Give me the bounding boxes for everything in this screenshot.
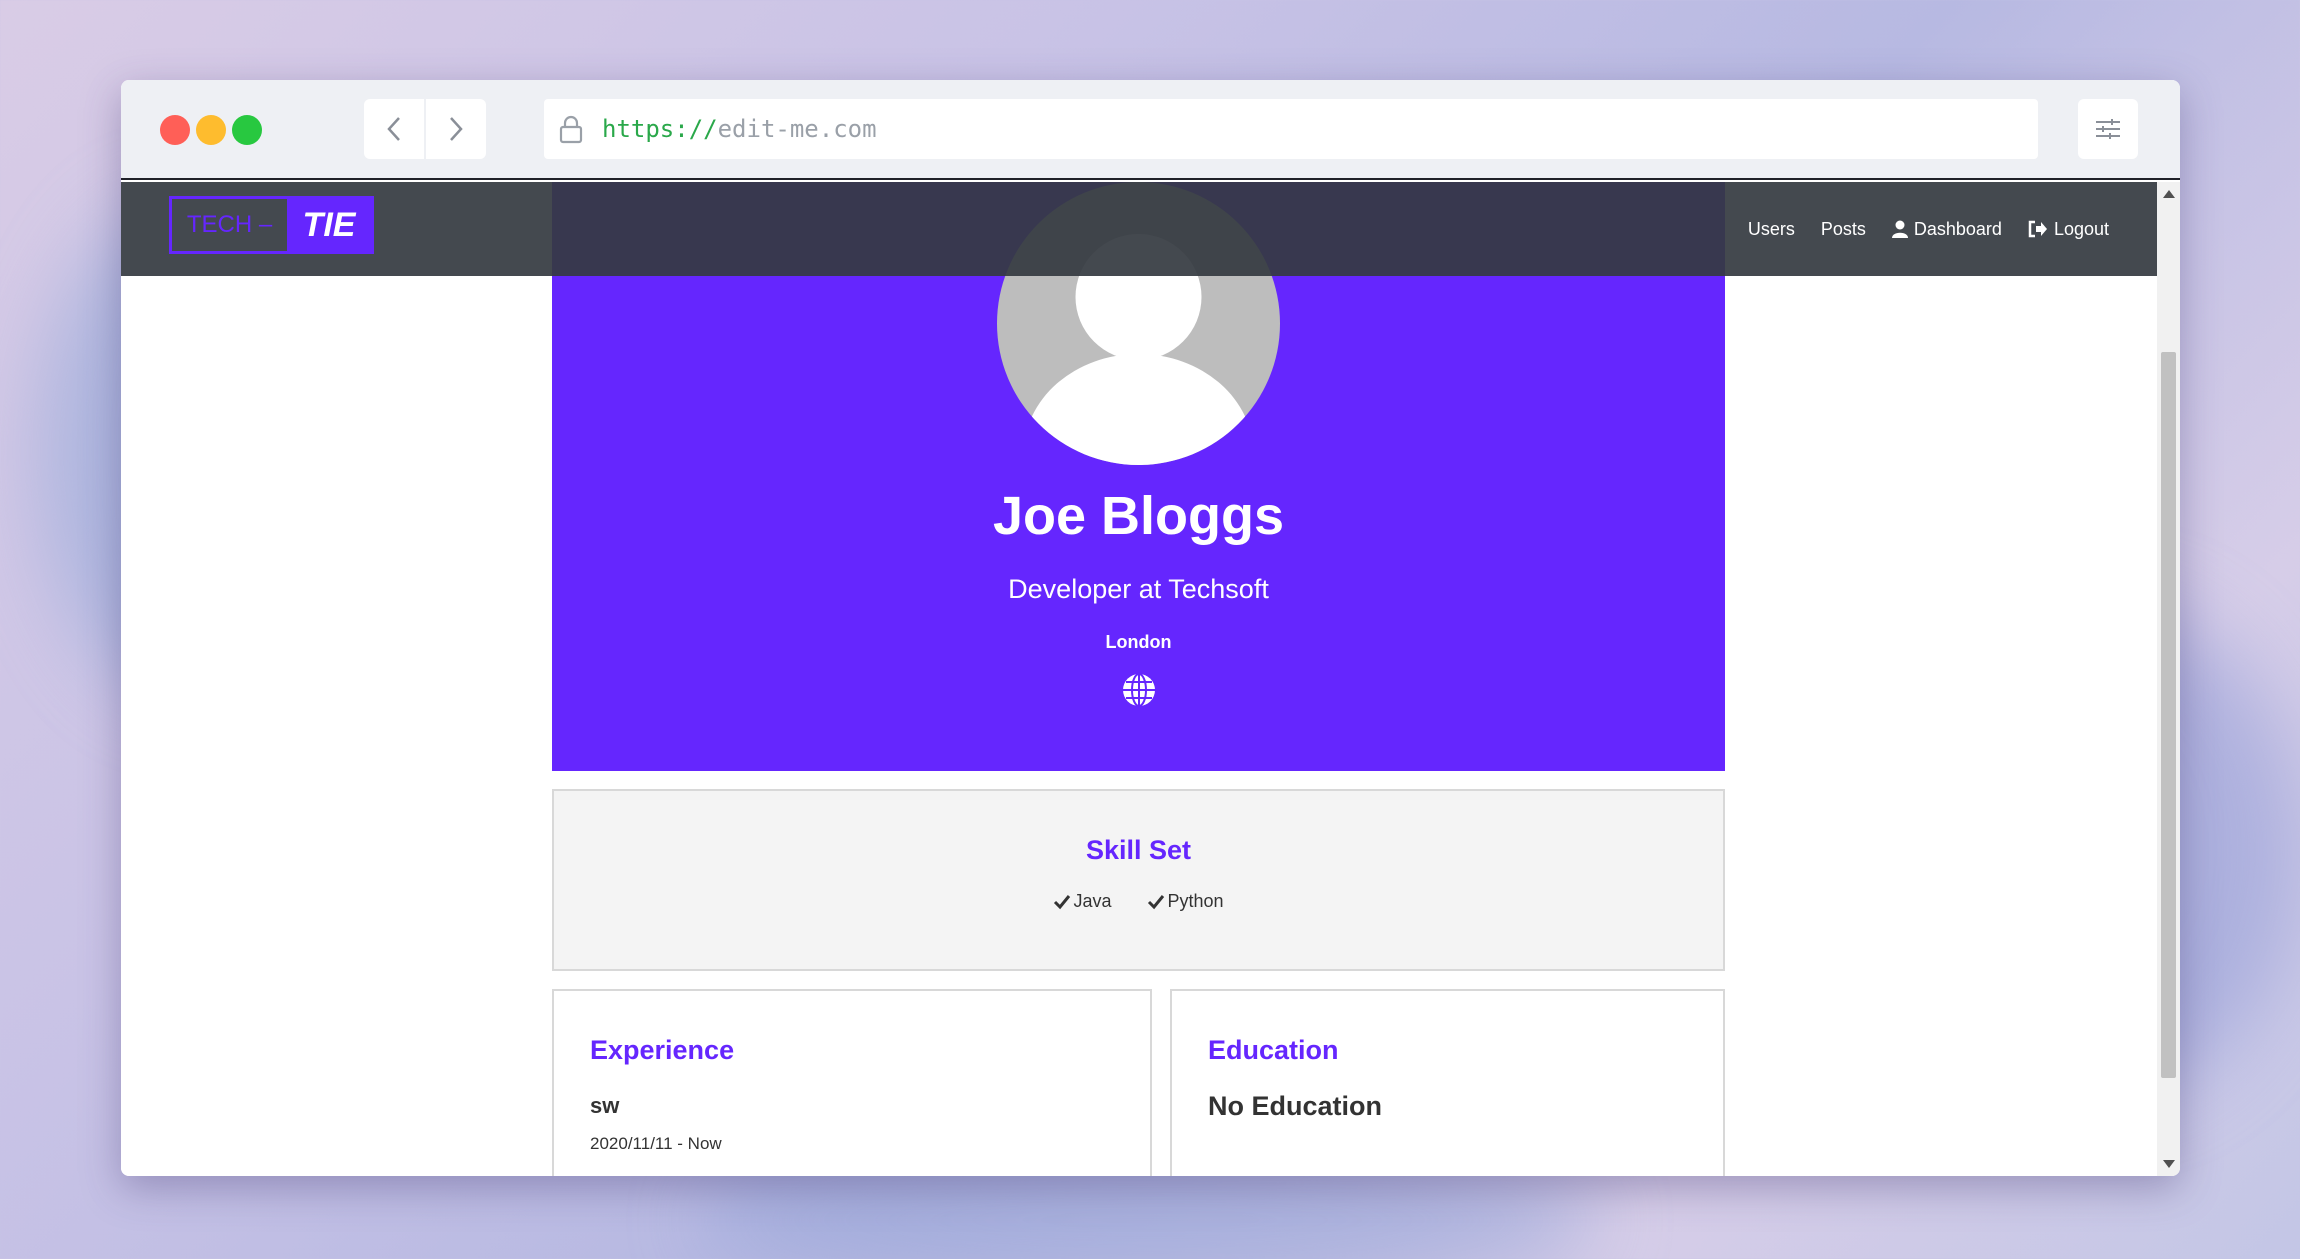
minimize-window-button[interactable] — [196, 115, 226, 145]
url-host: edit-me.com — [717, 115, 877, 143]
check-icon — [1148, 894, 1165, 909]
scroll-up-arrow[interactable] — [2163, 190, 2175, 198]
browser-window: https://edit-me.com Joe Bloggs Developer… — [121, 80, 2180, 1176]
skill-set-heading: Skill Set — [1085, 835, 1192, 865]
experience-card: Experience sw 2020/11/11 - Now — [552, 989, 1152, 1176]
profile-name: Joe Bloggs — [992, 486, 1285, 546]
nav-item-posts[interactable]: Posts — [1821, 219, 1866, 240]
page-viewport[interactable]: Joe Bloggs Developer at Techsoft London … — [121, 182, 2157, 1176]
education-card: Education No Education — [1170, 989, 1725, 1176]
skill-list: Java Python — [554, 891, 1723, 912]
close-window-button[interactable] — [160, 115, 190, 145]
browser-toolbar: https://edit-me.com — [121, 80, 2180, 180]
sign-out-icon — [2028, 220, 2047, 238]
profile-location: London — [1105, 632, 1172, 652]
skill-item: Python — [1147, 891, 1224, 912]
sliders-icon — [2096, 119, 2120, 139]
nav-item-dashboard[interactable]: Dashboard — [1891, 218, 2002, 240]
forward-button[interactable] — [426, 99, 486, 159]
skill-set-card: Skill Set Java Python — [552, 789, 1725, 971]
nav-item-label: Logout — [2053, 218, 2109, 239]
vertical-scrollbar[interactable] — [2157, 182, 2180, 1176]
user-icon — [1891, 220, 1908, 238]
globe-icon[interactable] — [1121, 672, 1157, 708]
lock-icon — [559, 115, 583, 144]
profile-title: Developer at Techsoft — [1008, 574, 1269, 604]
address-bar[interactable]: https://edit-me.com — [544, 99, 2038, 159]
nav-item-label: Posts — [1820, 218, 1866, 239]
logo-text-left: TECH – — [186, 211, 273, 238]
skill-label: Java — [1073, 891, 1112, 911]
browser-settings-button[interactable] — [2078, 99, 2138, 159]
logo-text-right: TIE — [287, 199, 371, 251]
nav-menu: Users Posts Dashboard Logout — [1748, 182, 2109, 276]
scroll-down-arrow[interactable] — [2163, 1160, 2175, 1168]
nav-item-users[interactable]: Users — [1748, 219, 1795, 240]
experience-company: sw — [590, 1093, 620, 1118]
chevron-right-icon — [450, 117, 463, 141]
education-heading: Education — [1208, 1035, 1339, 1065]
check-icon — [1054, 894, 1071, 909]
back-button[interactable] — [364, 99, 424, 159]
scrollbar-thumb[interactable] — [2161, 352, 2176, 1078]
site-navbar: TECH – TIE Users Posts Dashboard Logout — [121, 182, 2157, 276]
nav-item-label: Users — [1747, 218, 1795, 239]
nav-item-label: Dashboard — [1913, 218, 2002, 239]
experience-dates: 2020/11/11 - Now — [590, 1134, 722, 1153]
education-empty-text: No Education — [1208, 1091, 1382, 1121]
chevron-left-icon — [387, 117, 400, 141]
url-scheme: https:// — [602, 115, 718, 143]
experience-heading: Experience — [590, 1035, 735, 1065]
skill-item: Java — [1053, 891, 1111, 912]
site-logo[interactable]: TECH – TIE — [169, 196, 374, 254]
skill-label: Python — [1167, 891, 1224, 911]
nav-item-logout[interactable]: Logout — [2028, 219, 2109, 240]
maximize-window-button[interactable] — [232, 115, 262, 145]
